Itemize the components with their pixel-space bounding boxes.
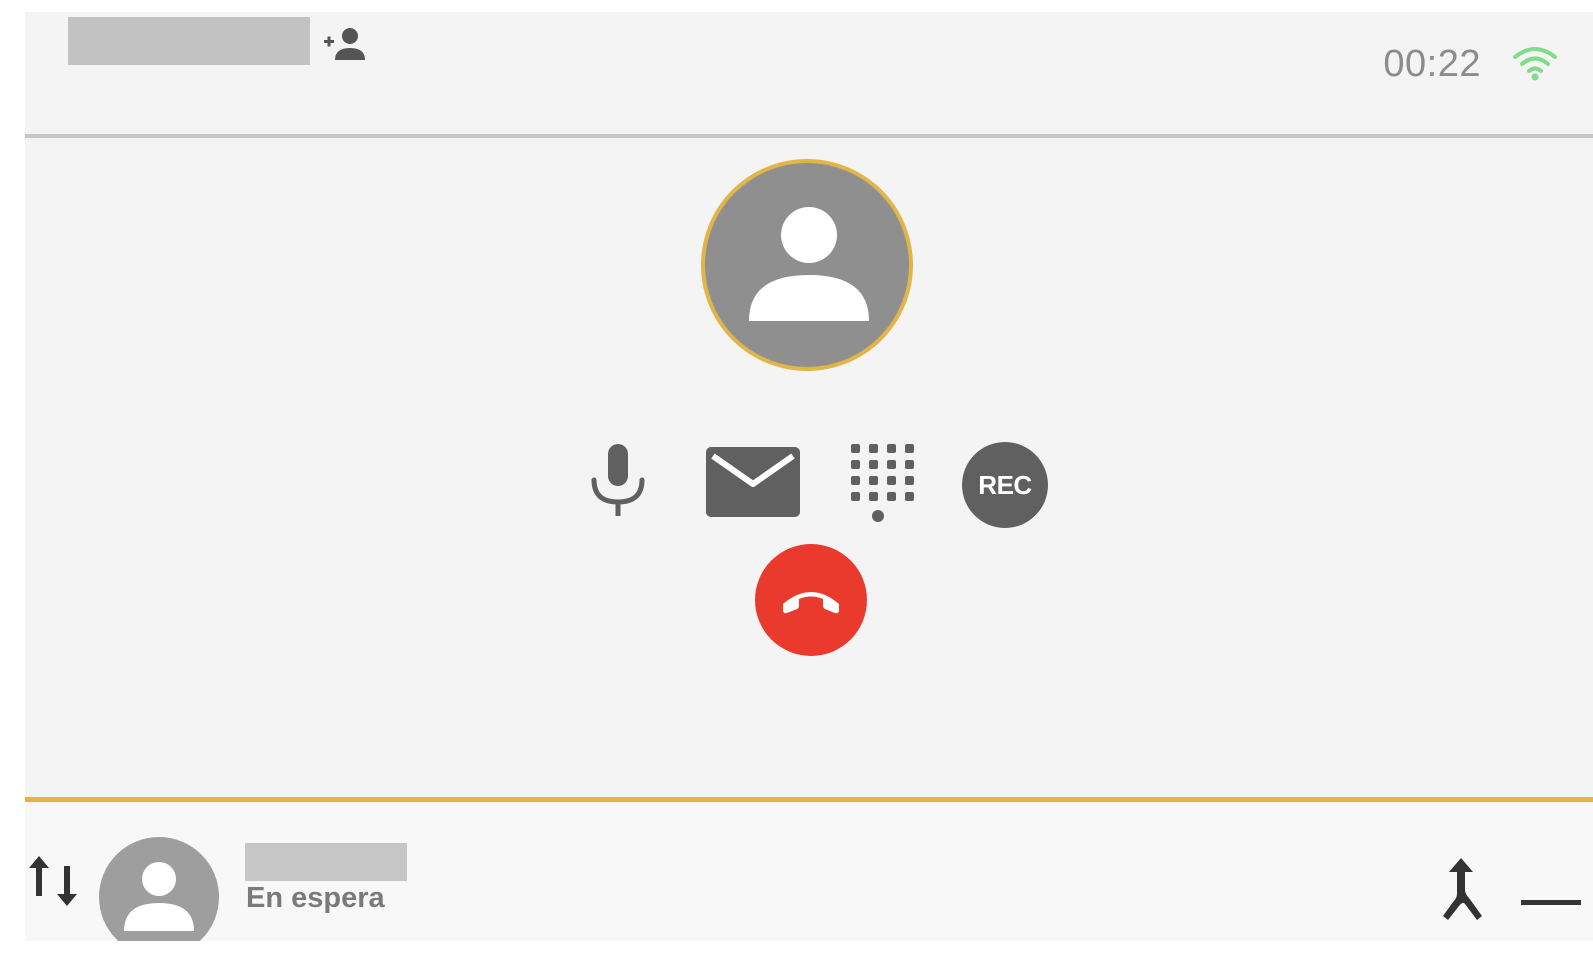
microphone-icon <box>591 444 645 516</box>
wifi-signal-icon <box>1513 47 1557 81</box>
avatar-icon <box>749 207 869 321</box>
dialpad-button[interactable] <box>843 442 915 526</box>
mute-button[interactable] <box>585 442 651 524</box>
held-call-bar: En espera <box>25 802 1593 941</box>
record-button[interactable]: REC <box>962 442 1048 528</box>
merge-call-button[interactable] <box>1437 854 1493 926</box>
add-participant-button[interactable] <box>321 24 377 64</box>
record-label: REC <box>978 469 1032 500</box>
caller-avatar <box>701 159 913 371</box>
swap-calls-icon <box>29 856 77 906</box>
avatar-icon <box>124 862 194 931</box>
merge-call-icon <box>1443 858 1482 920</box>
envelope-icon <box>706 447 800 517</box>
dialpad-icon <box>851 444 914 522</box>
header-divider <box>25 134 1593 138</box>
add-person-icon <box>324 28 365 60</box>
message-button[interactable] <box>705 446 801 518</box>
call-header: 00:22 <box>25 12 1593 134</box>
swap-calls-button[interactable] <box>25 848 81 914</box>
end-call-icon <box>783 592 839 614</box>
call-screen: 00:22 REC En espera <box>25 12 1593 941</box>
held-caller-name-redacted <box>245 843 407 881</box>
minimize-button[interactable] <box>1521 894 1581 905</box>
call-timer: 00:22 <box>1383 43 1481 85</box>
caller-name-redacted <box>68 17 310 65</box>
held-call-status: En espera <box>246 882 385 914</box>
held-caller-avatar <box>99 837 219 941</box>
minimize-icon <box>1521 900 1581 905</box>
end-call-button[interactable] <box>755 544 867 656</box>
